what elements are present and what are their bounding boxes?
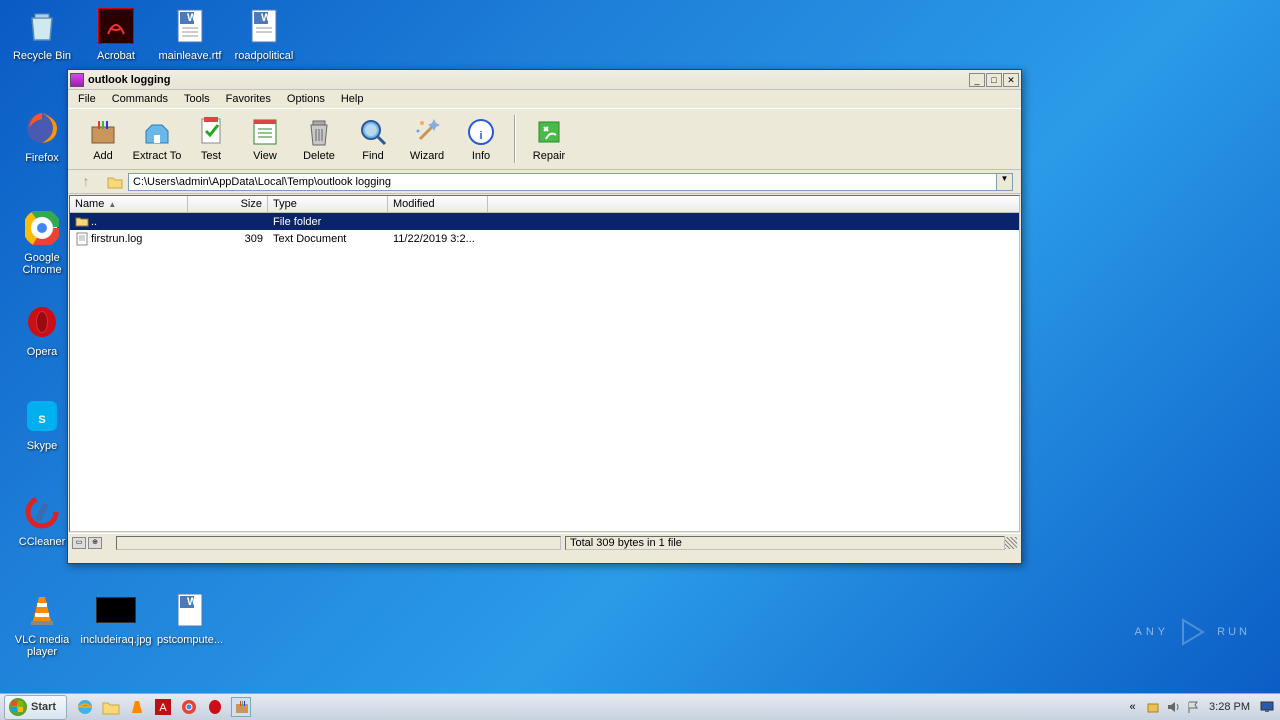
winrar-app-icon: [70, 73, 84, 87]
svg-text:A: A: [159, 702, 167, 714]
folder-icon: [106, 174, 124, 190]
menu-commands[interactable]: Commands: [104, 91, 176, 107]
menu-options[interactable]: Options: [279, 91, 333, 107]
svg-text:S: S: [38, 414, 45, 426]
menubar: File Commands Tools Favorites Options He…: [68, 90, 1021, 108]
taskbar-chrome[interactable]: [179, 697, 199, 717]
desktop-icon-vlc[interactable]: VLC media player: [6, 590, 78, 658]
desktop-icon-acrobat[interactable]: Acrobat: [80, 6, 152, 62]
maximize-button[interactable]: □: [986, 73, 1002, 87]
column-modified[interactable]: Modified: [388, 196, 488, 212]
file-icon: [75, 232, 89, 246]
svg-text:W: W: [261, 12, 272, 24]
menu-tools[interactable]: Tools: [176, 91, 218, 107]
file-row-parent[interactable]: .. File folder: [70, 213, 1019, 230]
tray-expand-icon[interactable]: «: [1125, 700, 1140, 715]
statusbar: ▭⊕ Total 309 bytes in 1 file: [68, 533, 1021, 551]
sort-asc-icon: ▲: [108, 200, 116, 209]
column-size[interactable]: Size: [188, 196, 268, 212]
taskbar-winrar-running[interactable]: [231, 697, 251, 717]
toolbar-info[interactable]: iInfo: [454, 110, 508, 168]
winrar-window: outlook logging _ □ ✕ File Commands Tool…: [67, 69, 1022, 564]
path-dropdown[interactable]: ▼: [997, 173, 1013, 191]
status-text: Total 309 bytes in 1 file: [565, 536, 1005, 550]
desktop-icon-roadpolitical[interactable]: Wroadpolitical: [228, 6, 300, 62]
tray-security-icon[interactable]: [1145, 700, 1160, 715]
menu-favorites[interactable]: Favorites: [218, 91, 279, 107]
svg-text:W: W: [187, 596, 198, 608]
tray-monitor-icon[interactable]: [1259, 700, 1274, 715]
status-panel-left: [116, 536, 561, 550]
folder-up-icon: [75, 215, 89, 229]
toolbar-extract[interactable]: Extract To: [130, 110, 184, 168]
desktop-icon-pstcompute[interactable]: Wpstcompute...: [154, 590, 226, 646]
toolbar-test[interactable]: Test: [184, 110, 238, 168]
column-name[interactable]: Name▲: [70, 196, 188, 212]
titlebar[interactable]: outlook logging _ □ ✕: [68, 70, 1021, 90]
file-list: Name▲ Size Type Modified .. File folder …: [69, 195, 1020, 532]
desktop: Recycle Bin Acrobat Wmainleave.rtf Wroad…: [0, 0, 1280, 693]
key-icon[interactable]: ⊕: [88, 537, 102, 549]
start-orb-icon: [9, 698, 27, 716]
toolbar-repair[interactable]: Repair: [522, 110, 576, 168]
taskbar-opera[interactable]: [205, 697, 225, 717]
column-type[interactable]: Type: [268, 196, 388, 212]
tray-flag-icon[interactable]: [1185, 700, 1200, 715]
svg-text:W: W: [187, 12, 198, 24]
file-list-header: Name▲ Size Type Modified: [70, 196, 1019, 213]
disk-icon[interactable]: ▭: [72, 537, 86, 549]
taskbar: Start A « 3:28 PM: [0, 693, 1280, 720]
path-input[interactable]: [128, 173, 997, 191]
toolbar-view[interactable]: View: [238, 110, 292, 168]
start-button[interactable]: Start: [4, 695, 67, 720]
tray-clock[interactable]: 3:28 PM: [1205, 701, 1254, 713]
toolbar-add[interactable]: Add: [76, 110, 130, 168]
toolbar-find[interactable]: Find: [346, 110, 400, 168]
toolbar-delete[interactable]: Delete: [292, 110, 346, 168]
up-button[interactable]: ↑: [76, 173, 96, 191]
resize-grip[interactable]: [1005, 537, 1017, 549]
taskbar-explorer[interactable]: [101, 697, 121, 717]
file-row[interactable]: firstrun.log 309 Text Document 11/22/201…: [70, 230, 1019, 247]
window-title: outlook logging: [88, 74, 968, 86]
system-tray: « 3:28 PM: [1119, 694, 1280, 720]
toolbar-separator: [514, 115, 516, 163]
desktop-icon-mainleave[interactable]: Wmainleave.rtf: [154, 6, 226, 62]
desktop-icon-includeiraq[interactable]: includeiraq.jpg: [80, 590, 152, 646]
desktop-icon-recycle-bin[interactable]: Recycle Bin: [6, 6, 78, 62]
tray-volume-icon[interactable]: [1165, 700, 1180, 715]
toolbar: Add Extract To Test View Delete Find Wiz…: [68, 108, 1021, 170]
taskbar-vlc[interactable]: [127, 697, 147, 717]
taskbar-ie[interactable]: [75, 697, 95, 717]
close-button[interactable]: ✕: [1003, 73, 1019, 87]
minimize-button[interactable]: _: [969, 73, 985, 87]
watermark: ANY RUN: [1135, 616, 1250, 648]
toolbar-wizard[interactable]: Wizard: [400, 110, 454, 168]
svg-text:i: i: [479, 130, 482, 142]
menu-help[interactable]: Help: [333, 91, 372, 107]
pathbar: ↑ ▼: [68, 170, 1021, 194]
menu-file[interactable]: File: [70, 91, 104, 107]
taskbar-acrobat[interactable]: A: [153, 697, 173, 717]
